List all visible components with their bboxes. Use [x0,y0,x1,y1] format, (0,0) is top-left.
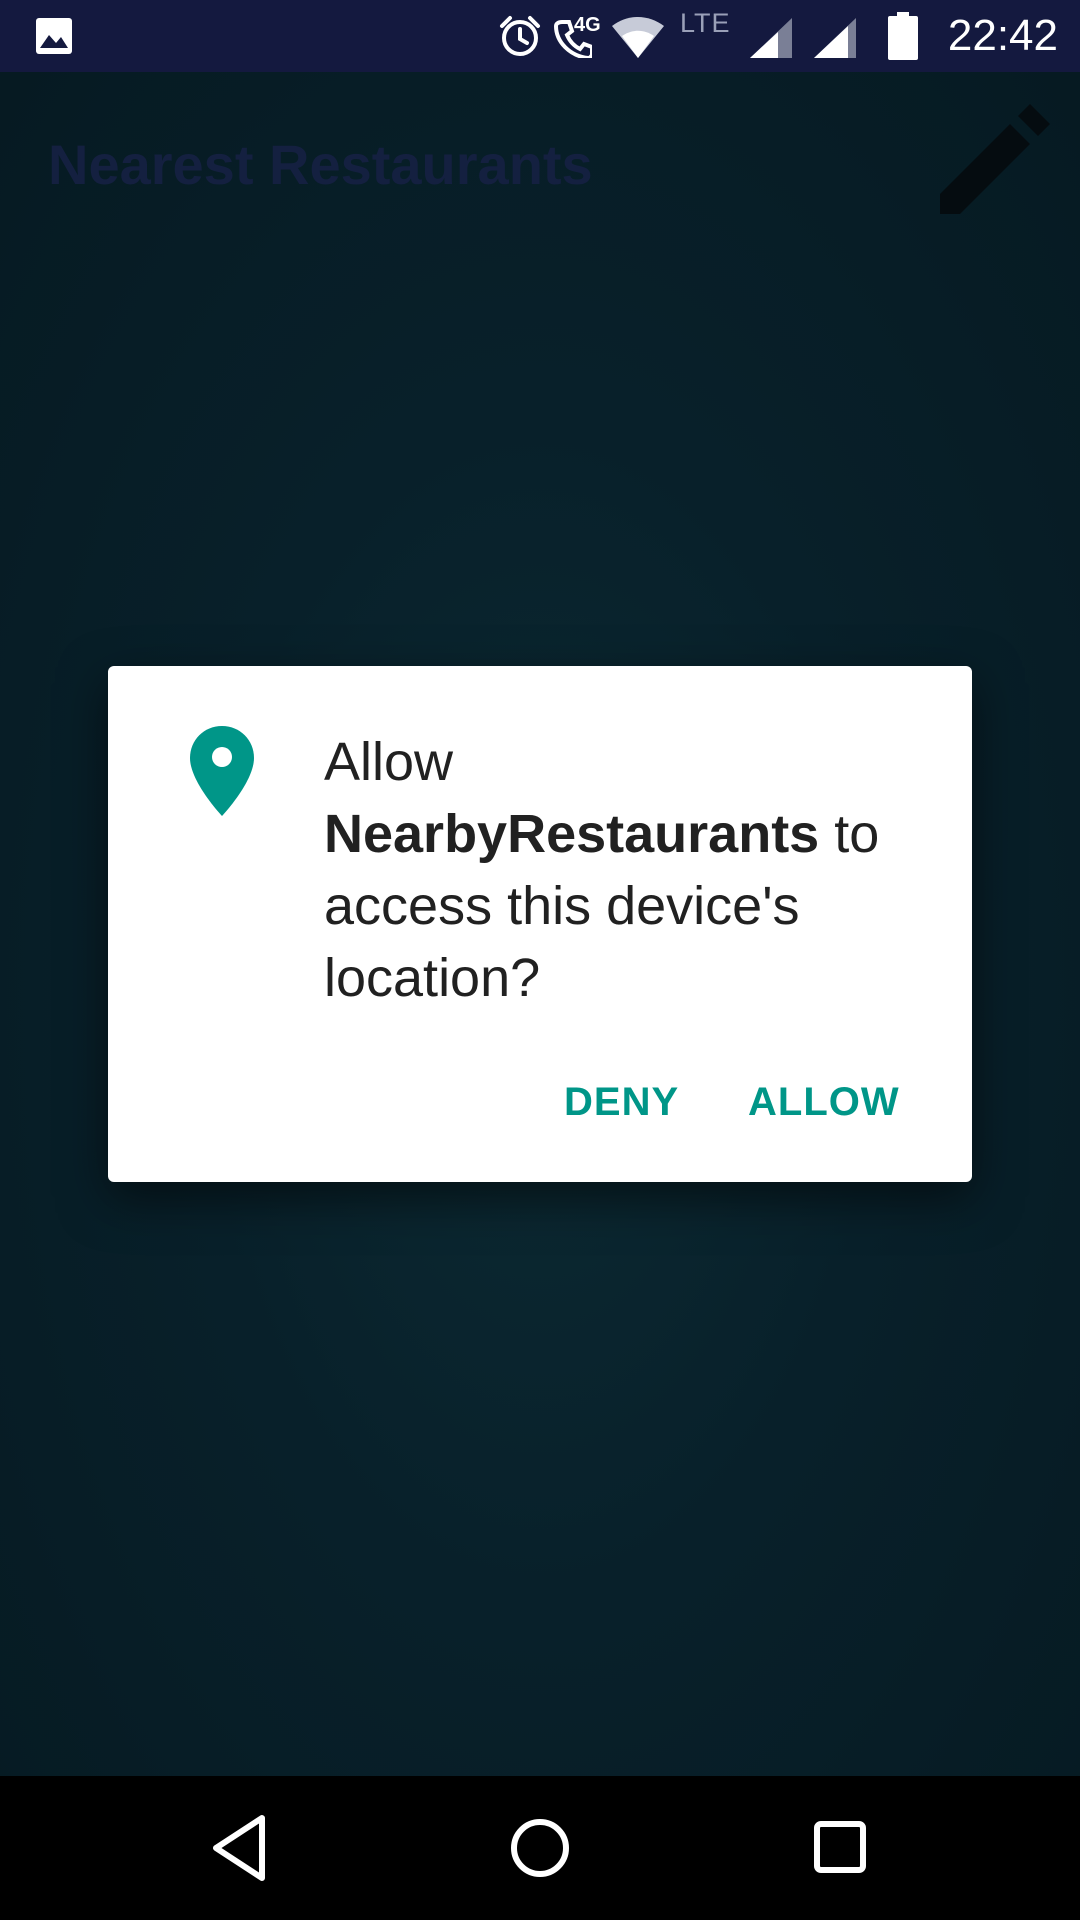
signal-icon [812,16,858,60]
dialog-message: Allow NearbyRestaurants to access this d… [324,726,924,1014]
app-title: Nearest Restaurants [48,133,593,196]
allow-button[interactable]: ALLOW [748,1066,900,1138]
alarm-icon [498,14,542,58]
signal-icon [748,16,794,60]
location-pin-icon [190,726,254,821]
requesting-app-name: NearbyRestaurants [324,804,820,864]
recents-icon[interactable] [808,1812,872,1889]
network-4g-label: 4G [574,14,601,36]
back-icon[interactable] [208,1812,274,1889]
wifi-icon [610,16,666,58]
edit-icon[interactable] [930,94,1060,229]
status-time: 22:42 [947,11,1058,60]
navigation-bar [0,1776,1080,1920]
battery-icon [888,12,918,60]
permission-dialog: Allow NearbyRestaurants to access this d… [108,666,972,1182]
image-icon [34,16,74,56]
network-lte-label: LTE [680,8,731,38]
message-prefix: Allow [324,732,454,792]
status-bar: 4G LTE 22:42 [0,0,1080,72]
deny-button[interactable]: DENY [564,1066,679,1138]
home-icon[interactable] [508,1812,572,1889]
